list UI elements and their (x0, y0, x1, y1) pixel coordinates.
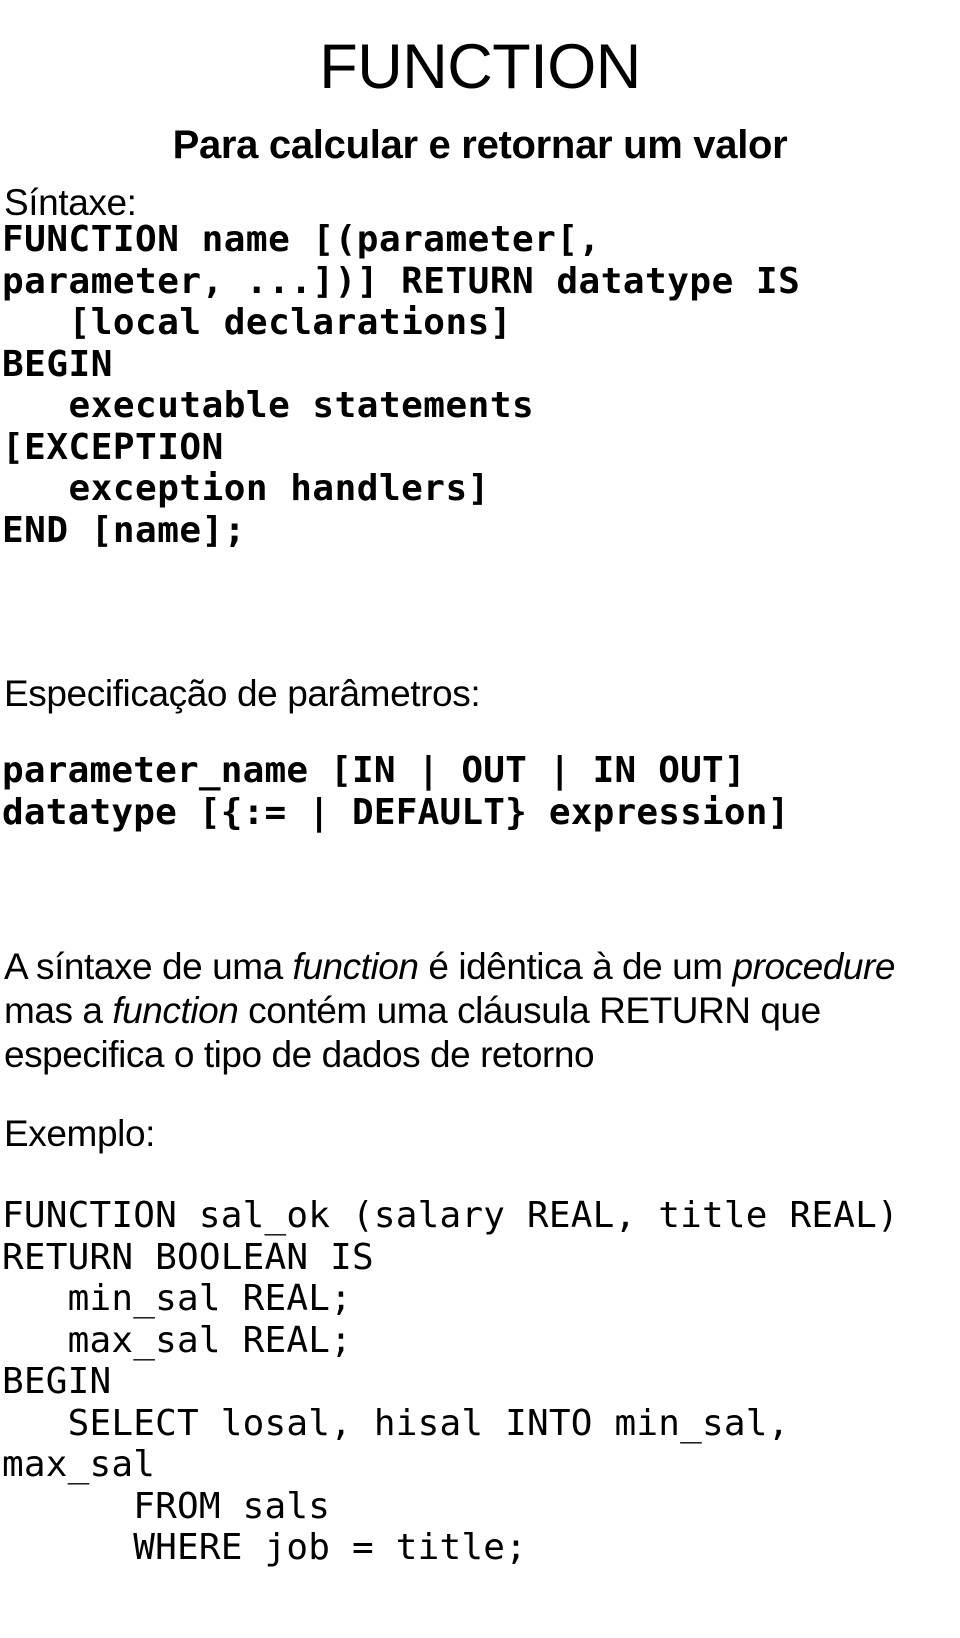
description-emphasis-function-1: function (292, 946, 419, 987)
description-text-2a: mas a (4, 990, 113, 1031)
description-text-2b: contém uma cláusula RETURN que (238, 990, 821, 1031)
document-page: FUNCTION Para calcular e retornar um val… (0, 0, 960, 1638)
parameter-spec-label: Especificação de parâmetros: (4, 673, 481, 714)
page-title: FUNCTION (319, 32, 641, 103)
description-emphasis-procedure: procedure (732, 946, 896, 987)
example-code-block: FUNCTION sal_ok (salary REAL, title REAL… (2, 1195, 899, 1568)
description-text-1a: A síntaxe de uma (4, 946, 293, 987)
description-line-1: A síntaxe de uma function é idêntica à d… (4, 945, 956, 989)
description-text-1b: é idêntica à de um (418, 946, 733, 987)
page-subtitle: Para calcular e retornar um valor (172, 123, 788, 168)
description-paragraph: A síntaxe de uma function é idêntica à d… (4, 945, 956, 1077)
description-emphasis-function-2: function (112, 990, 239, 1031)
syntax-code-block: FUNCTION name [(parameter[, parameter, .… (2, 219, 801, 551)
parameter-spec-code-block: parameter_name [IN | OUT | IN OUT] datat… (2, 750, 790, 833)
description-line-3: especifica o tipo de dados de retorno (4, 1034, 595, 1075)
example-section-label: Exemplo: (4, 1113, 156, 1154)
description-line-2: mas a function contém uma cláusula RETUR… (4, 989, 956, 1033)
